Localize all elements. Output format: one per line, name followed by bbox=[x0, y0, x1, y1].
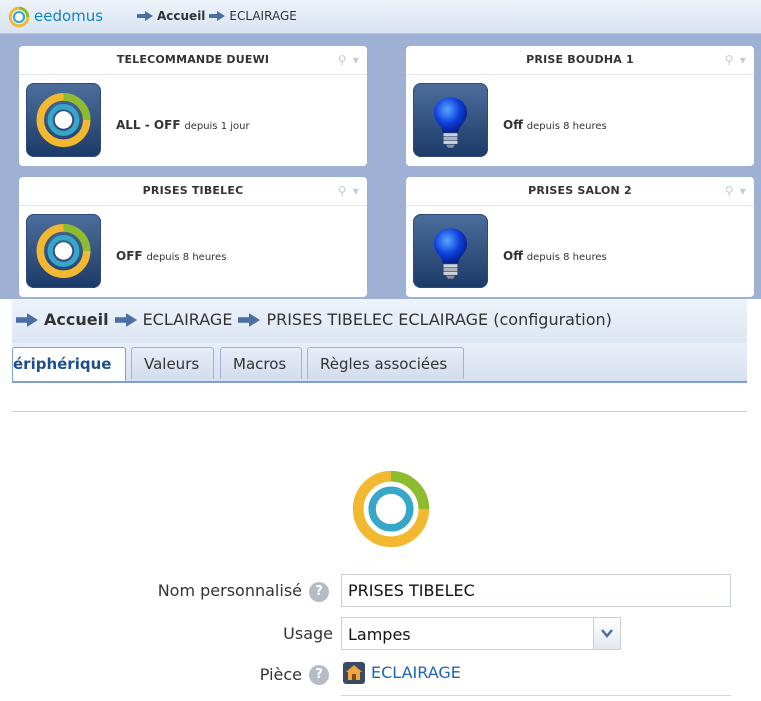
room-icon bbox=[343, 662, 365, 684]
card-title: TELECOMMANDE DUEWI bbox=[116, 53, 270, 66]
search-icon[interactable]: ⚲ bbox=[338, 46, 347, 74]
room-link[interactable]: ECLAIRAGE bbox=[371, 663, 461, 682]
tab-peripherique[interactable]: ériphérique bbox=[12, 347, 126, 381]
usage-value: Lampes bbox=[348, 625, 411, 644]
device-card[interactable]: TELECOMMANDE DUEWI ⚲ ▾ ALL - OFF depuis … bbox=[19, 46, 367, 166]
tab-regles-associees[interactable]: Règles associées bbox=[307, 347, 464, 379]
chevron-down-icon[interactable]: ▾ bbox=[740, 46, 746, 74]
lightbulb-icon bbox=[433, 228, 468, 279]
card-tools: ⚲ ▾ bbox=[725, 46, 746, 74]
chevron-down-icon[interactable]: ▾ bbox=[353, 46, 359, 74]
help-icon[interactable]: ? bbox=[309, 582, 329, 602]
breadcrumb-section[interactable]: ECLAIRAGE bbox=[229, 9, 296, 23]
breadcrumb: Accueil ECLAIRAGE bbox=[137, 9, 297, 23]
card-tools: ⚲ ▾ bbox=[725, 177, 746, 205]
tab-bar: ériphérique Valeurs Macros Règles associ… bbox=[12, 343, 747, 383]
usage-label: Usage bbox=[283, 624, 333, 643]
chevron-down-icon[interactable]: ▾ bbox=[353, 177, 359, 205]
arrow-right-icon bbox=[16, 313, 38, 327]
card-tools: ⚲ ▾ bbox=[338, 46, 359, 74]
card-header: PRISES TIBELEC ⚲ ▾ bbox=[19, 177, 367, 206]
lightbulb-icon bbox=[433, 97, 468, 148]
help-icon[interactable]: ? bbox=[309, 665, 329, 685]
card-title: PRISE BOUDHA 1 bbox=[526, 53, 634, 66]
device-since: depuis 8 heures bbox=[146, 252, 227, 263]
device-since: depuis 8 heures bbox=[526, 121, 607, 132]
arrow-right-icon bbox=[115, 313, 137, 327]
chevron-down-icon[interactable]: ▾ bbox=[740, 177, 746, 205]
usage-select[interactable]: Lampes bbox=[341, 617, 621, 650]
breadcrumb-page: PRISES TIBELEC ECLAIRAGE (configuration) bbox=[266, 310, 612, 329]
divider bbox=[12, 411, 747, 412]
name-label: Nom personnalisé bbox=[157, 581, 302, 600]
tab-valeurs[interactable]: Valeurs bbox=[131, 347, 214, 379]
top-header: eedomus Accueil ECLAIRAGE bbox=[0, 0, 761, 34]
room-label: Pièce bbox=[259, 665, 302, 684]
brand-name[interactable]: eedomus bbox=[34, 7, 103, 25]
card-tools: ⚲ ▾ bbox=[338, 177, 359, 205]
device-icon[interactable] bbox=[413, 83, 488, 157]
device-card[interactable]: PRISE BOUDHA 1 ⚲ ▾ Off depuis 8 heures bbox=[406, 46, 754, 166]
arrow-right-icon bbox=[238, 313, 260, 327]
eedomus-ring-icon bbox=[350, 468, 432, 550]
breadcrumb-home[interactable]: Accueil bbox=[44, 310, 109, 329]
device-card[interactable]: PRISES SALON 2 ⚲ ▾ Off depuis 8 heures bbox=[406, 177, 754, 297]
name-field[interactable] bbox=[341, 574, 731, 607]
chevron-down-icon bbox=[601, 629, 613, 638]
dashboard-panel: eedomus Accueil ECLAIRAGE TELECOMMANDE D… bbox=[0, 0, 761, 299]
device-icon[interactable] bbox=[413, 214, 488, 288]
card-status: ALL - OFF depuis 1 jour bbox=[116, 118, 250, 132]
device-icon[interactable] bbox=[26, 214, 101, 288]
device-card[interactable]: PRISES TIBELEC ⚲ ▾ OFF depuis 8 heures bbox=[19, 177, 367, 297]
search-icon[interactable]: ⚲ bbox=[725, 177, 734, 205]
card-header: PRISES SALON 2 ⚲ ▾ bbox=[406, 177, 754, 206]
card-title: PRISES TIBELEC bbox=[142, 184, 244, 197]
divider bbox=[341, 695, 731, 696]
tab-macros[interactable]: Macros bbox=[220, 347, 302, 379]
breadcrumb-home[interactable]: Accueil bbox=[157, 9, 205, 23]
breadcrumb-bar: Accueil ECLAIRAGE PRISES TIBELEC ECLAIRA… bbox=[12, 299, 747, 344]
card-header: TELECOMMANDE DUEWI ⚲ ▾ bbox=[19, 46, 367, 75]
device-since: depuis 8 heures bbox=[526, 252, 607, 263]
device-since: depuis 1 jour bbox=[184, 121, 250, 132]
breadcrumb-section[interactable]: ECLAIRAGE bbox=[143, 310, 233, 329]
device-state: Off bbox=[503, 249, 523, 263]
card-header: PRISE BOUDHA 1 ⚲ ▾ bbox=[406, 46, 754, 75]
search-icon[interactable]: ⚲ bbox=[338, 177, 347, 205]
card-status: Off depuis 8 heures bbox=[503, 118, 607, 132]
device-state: Off bbox=[503, 118, 523, 132]
breadcrumb: Accueil ECLAIRAGE PRISES TIBELEC ECLAIRA… bbox=[16, 310, 612, 329]
device-icon[interactable] bbox=[26, 83, 101, 157]
config-panel: Accueil ECLAIRAGE PRISES TIBELEC ECLAIRA… bbox=[12, 299, 747, 701]
card-status: OFF depuis 8 heures bbox=[116, 249, 226, 263]
eedomus-ring-icon bbox=[26, 214, 101, 288]
device-state: ALL - OFF bbox=[116, 118, 181, 132]
arrow-right-icon bbox=[209, 11, 225, 21]
eedomus-ring-icon bbox=[26, 83, 101, 157]
arrow-right-icon bbox=[137, 11, 153, 21]
search-icon[interactable]: ⚲ bbox=[725, 46, 734, 74]
eedomus-logo-icon[interactable] bbox=[8, 6, 30, 28]
card-title: PRISES SALON 2 bbox=[528, 184, 632, 197]
card-status: Off depuis 8 heures bbox=[503, 249, 607, 263]
dropdown-button[interactable] bbox=[593, 618, 620, 649]
device-state: OFF bbox=[116, 249, 143, 263]
